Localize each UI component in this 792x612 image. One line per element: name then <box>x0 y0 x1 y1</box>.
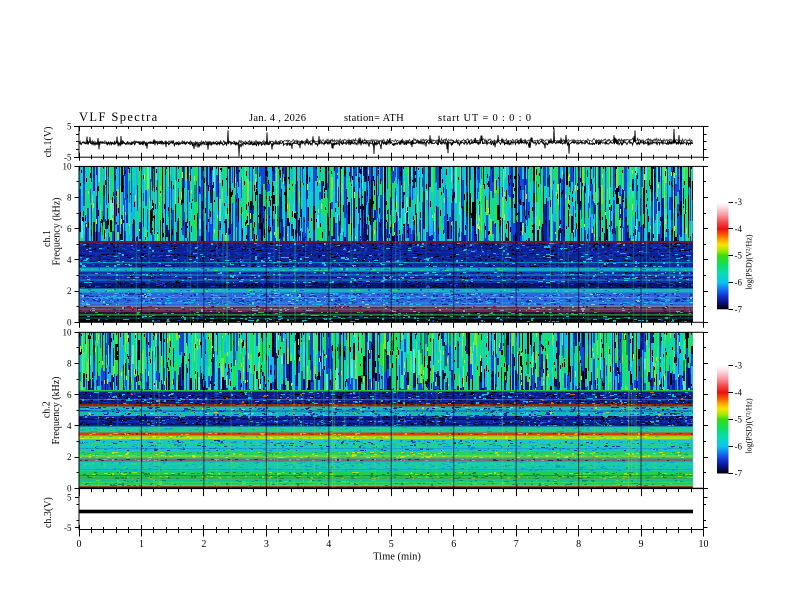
svg-text:6: 6 <box>67 224 72 234</box>
svg-text:5: 5 <box>389 539 394 550</box>
svg-text:-3: -3 <box>735 197 743 207</box>
svg-text:-7: -7 <box>735 469 743 479</box>
svg-text:8: 8 <box>576 539 581 550</box>
svg-text:start UT = 0 : 0 : 0: start UT = 0 : 0 : 0 <box>438 113 532 124</box>
svg-text:-5: -5 <box>735 415 743 425</box>
svg-text:6: 6 <box>451 539 456 550</box>
svg-text:ch.3(V): ch.3(V) <box>43 497 54 528</box>
svg-text:10: 10 <box>63 162 73 172</box>
svg-text:1: 1 <box>139 539 144 550</box>
svg-text:ch.1(V): ch.1(V) <box>43 127 54 158</box>
svg-text:9: 9 <box>639 539 644 550</box>
svg-text:4: 4 <box>67 421 72 431</box>
svg-text:-3: -3 <box>735 361 743 371</box>
svg-text:Jan. 4 , 2026: Jan. 4 , 2026 <box>249 113 306 124</box>
svg-text:5: 5 <box>67 492 72 502</box>
svg-text:4: 4 <box>326 539 331 550</box>
svg-text:6: 6 <box>67 390 72 400</box>
svg-text:0: 0 <box>67 317 72 327</box>
svg-text:-6: -6 <box>735 277 743 287</box>
svg-text:8: 8 <box>67 193 72 203</box>
svg-text:-4: -4 <box>735 224 743 234</box>
svg-text:-5: -5 <box>735 251 743 261</box>
svg-text:5: 5 <box>67 122 72 132</box>
svg-text:Time (min): Time (min) <box>373 552 421 563</box>
svg-text:log(PSD)(V²/Hz): log(PSD)(V²/Hz) <box>745 234 754 290</box>
svg-text:2: 2 <box>201 539 206 550</box>
svg-text:log(PSD)(V²/Hz): log(PSD)(V²/Hz) <box>745 398 754 454</box>
svg-text:-7: -7 <box>735 304 743 314</box>
svg-text:station= ATH: station= ATH <box>344 113 404 124</box>
svg-text:-6: -6 <box>735 442 743 452</box>
svg-text:2: 2 <box>67 286 72 296</box>
svg-text:Frequency (kHz): Frequency (kHz) <box>51 376 62 444</box>
svg-text:0: 0 <box>77 539 82 550</box>
svg-text:-4: -4 <box>735 388 743 398</box>
svg-text:10: 10 <box>699 539 709 550</box>
svg-text:4: 4 <box>67 255 72 265</box>
svg-text:10: 10 <box>63 327 73 337</box>
svg-text:2: 2 <box>67 452 72 462</box>
svg-text:VLF Spectra: VLF Spectra <box>79 110 159 124</box>
svg-text:3: 3 <box>264 539 269 550</box>
svg-text:8: 8 <box>67 359 72 369</box>
svg-text:7: 7 <box>514 539 519 550</box>
svg-text:Frequency (kHz): Frequency (kHz) <box>52 197 63 265</box>
svg-text:-5: -5 <box>64 523 72 533</box>
